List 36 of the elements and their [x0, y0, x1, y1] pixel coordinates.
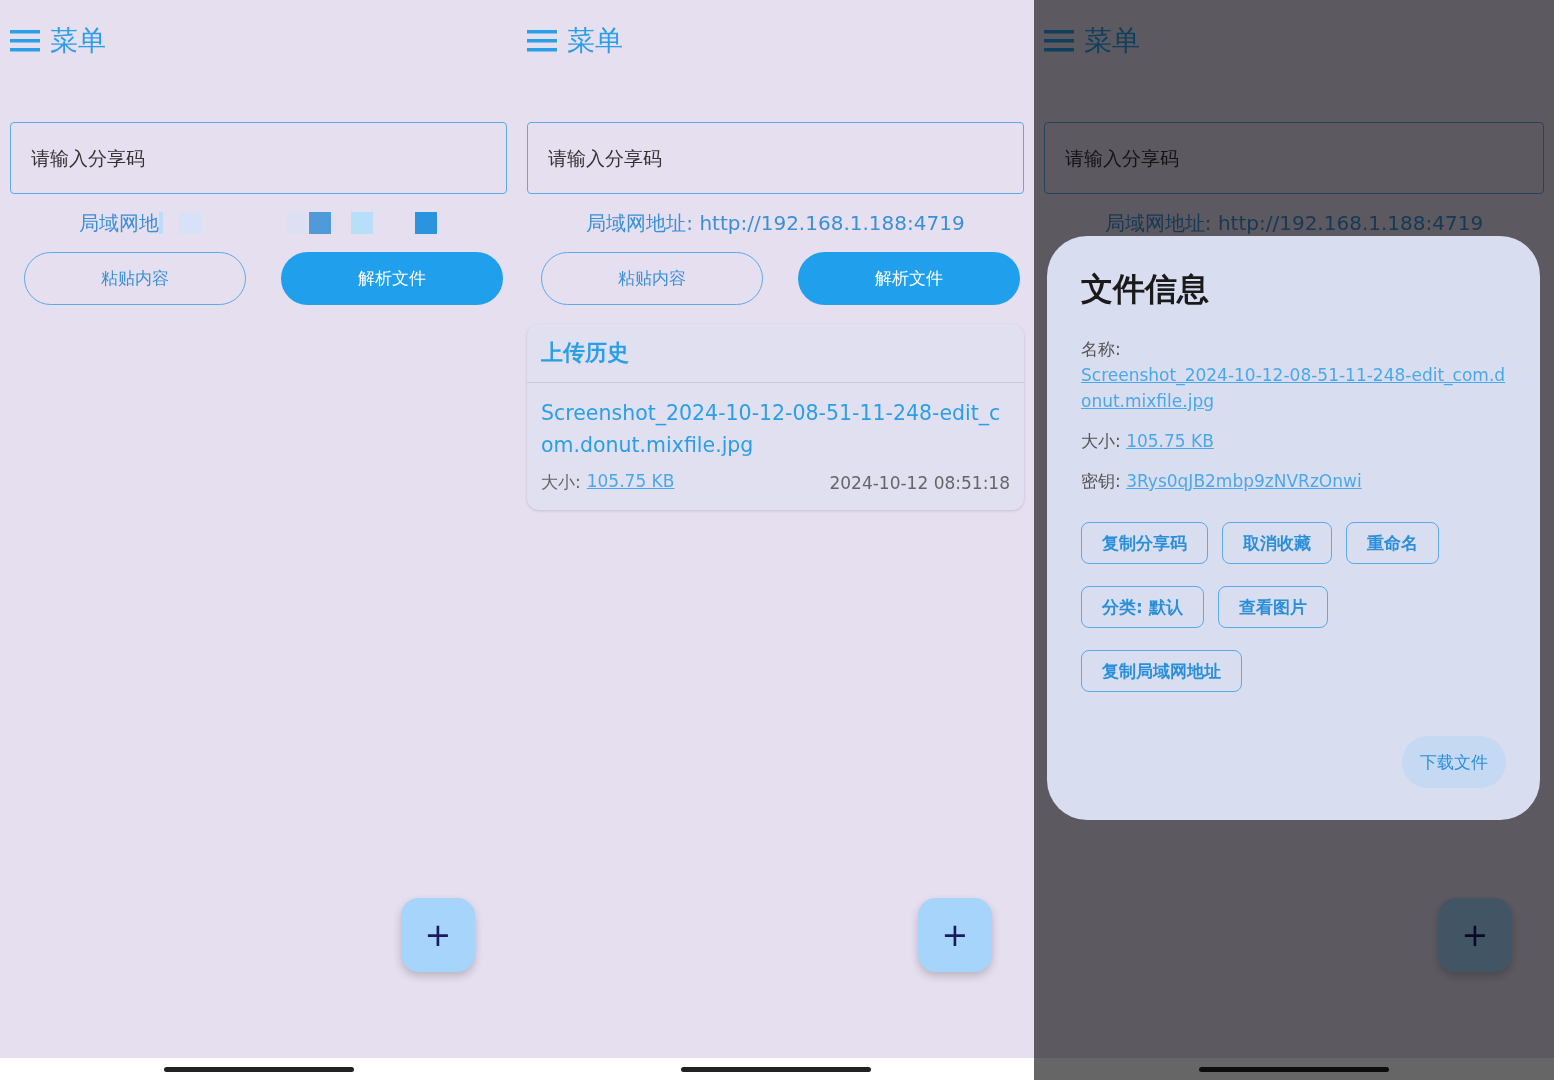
menu-label[interactable]: 菜单 [1084, 22, 1140, 60]
parse-file-button[interactable]: 解析文件 [798, 252, 1020, 305]
lan-address: 局域网地址: http://192.168.1.188:4719 [1104, 209, 1484, 237]
file-name[interactable]: Screenshot_2024-10-12-08-51-11-248-edit_com.donut.mixfile.jpg [541, 397, 1010, 461]
field-label: 密钥: [1081, 471, 1121, 491]
dialog-title: 文件信息 [1081, 269, 1210, 310]
card-title: 上传历史 [540, 339, 630, 367]
size-label: 大小: [541, 471, 581, 494]
upload-time: 2024-10-12 08:51:18 [829, 472, 1010, 493]
action-button[interactable]: 复制分享码 [1081, 522, 1208, 564]
download-button[interactable]: 下载文件 [1402, 736, 1506, 788]
lan-address: 局域网地址: http://192.168.1.188:4719 [586, 209, 965, 237]
add-button[interactable]: + [1438, 898, 1512, 972]
action-button[interactable]: 重命名 [1346, 522, 1439, 564]
share-code-field[interactable]: 请输入分享码 [10, 122, 507, 194]
action-button[interactable]: 复制局域网地址 [1081, 650, 1242, 692]
field-value-link[interactable]: 105.75 KB [1126, 431, 1214, 451]
field-value-link[interactable]: 3Rys0qJB2mbp9zNVRzOnwi [1126, 471, 1362, 491]
add-button[interactable]: + [918, 898, 992, 972]
action-button[interactable]: 查看图片 [1217, 586, 1328, 628]
field-value-link[interactable]: Screenshot_2024-10-12-08-51-11-248-edit_com.donut.mixfile.jpg [1081, 362, 1506, 414]
menu-icon[interactable] [527, 30, 557, 52]
menu-label[interactable]: 菜单 [567, 22, 623, 60]
parse-file-button[interactable]: 解析文件 [281, 252, 503, 305]
field-label: 大小: [1081, 431, 1121, 451]
action-button[interactable]: 取消收藏 [1222, 522, 1332, 564]
lan-address: 局域网地 [78, 209, 159, 237]
size-link[interactable]: 105.75 KB [586, 471, 675, 494]
menu-label[interactable]: 菜单 [50, 22, 106, 60]
field-label: 名称: [1081, 339, 1121, 359]
share-code-field[interactable]: 请输入分享码 [527, 122, 1024, 194]
add-button[interactable]: + [401, 898, 475, 972]
menu-icon[interactable] [1044, 30, 1074, 52]
menu-icon[interactable] [10, 30, 40, 52]
share-code-field[interactable]: 请输入分享码 [1044, 122, 1544, 194]
action-button[interactable]: 分类: 默认 [1081, 586, 1204, 628]
